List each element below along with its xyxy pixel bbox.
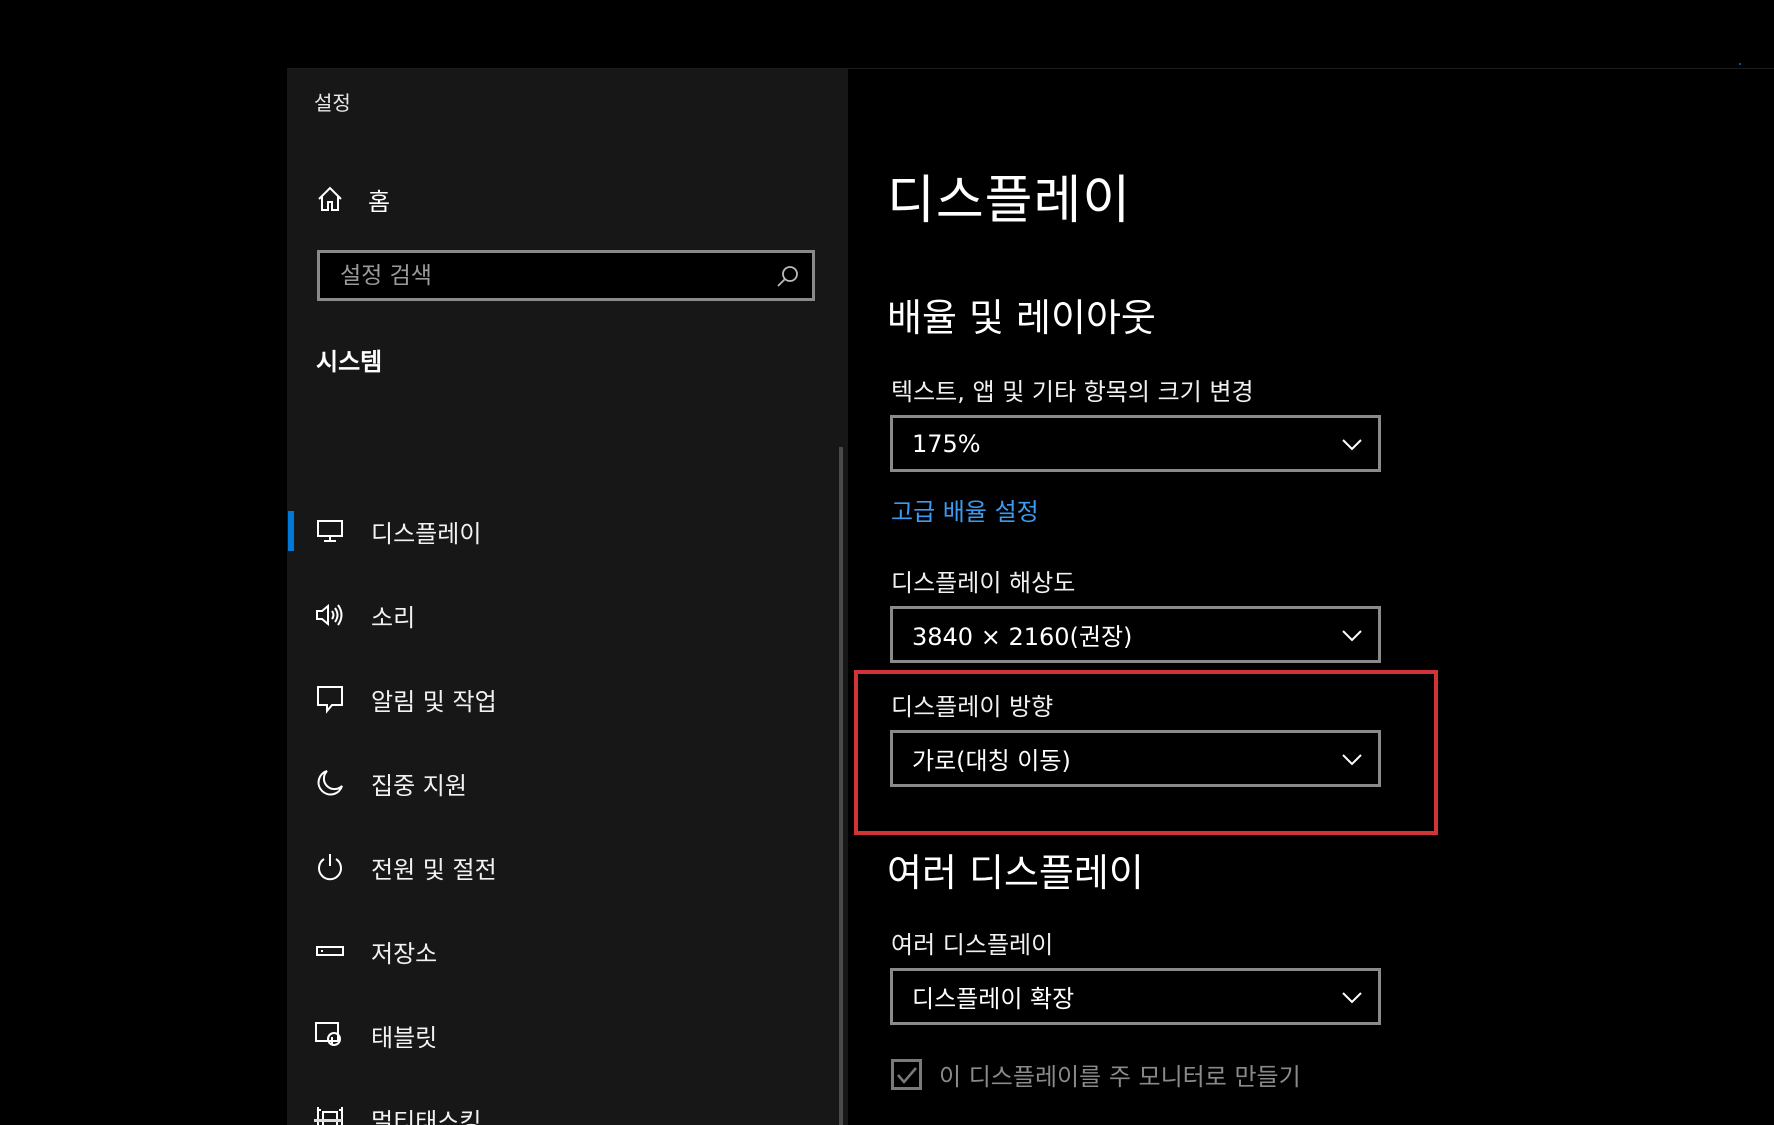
multiple-displays-heading: 여러 디스플레이 [887,851,1144,895]
scale-value: 175% [912,429,981,458]
sidebar-item-focus-assist[interactable]: 집중 지원 [287,741,848,825]
orientation-highlight-box [854,670,1438,835]
search-box[interactable] [317,250,815,301]
sidebar: 설정 홈 시스템 디스플레이 소리 알림 [287,69,848,1125]
sidebar-item-label: 태블릿 [371,1023,438,1052]
chevron-down-icon [1340,623,1364,647]
search-icon[interactable] [776,264,800,288]
power-icon [314,851,346,883]
sidebar-item-multitasking[interactable]: 멀티태스킹 [287,1077,848,1125]
sidebar-item-notifications[interactable]: 알림 및 작업 [287,657,848,741]
main-monitor-label: 이 디스플레이를 주 모니터로 만들기 [939,1063,1301,1091]
sidebar-item-power[interactable]: 전원 및 절전 [287,825,848,909]
scale-dropdown[interactable]: 175% [890,415,1381,472]
chevron-down-icon [1340,985,1364,1009]
home-button[interactable]: 홈 [314,179,814,219]
speaker-icon [314,599,346,631]
tablet-icon [314,1019,346,1051]
sidebar-item-sound[interactable]: 소리 [287,573,848,657]
main-monitor-checkbox[interactable] [891,1059,922,1090]
multiple-displays-value: 디스플레이 확장 [912,985,1075,1013]
sidebar-item-label: 저장소 [371,939,438,968]
scale-layout-heading: 배율 및 레이아웃 [887,296,1156,340]
sidebar-item-display[interactable]: 디스플레이 [287,489,848,573]
section-title: 시스템 [316,348,383,376]
storage-icon [314,935,346,967]
resolution-dropdown[interactable]: 3840 × 2160(권장) [890,606,1381,663]
advanced-scaling-link[interactable]: 고급 배율 설정 [891,492,1039,527]
search-input[interactable] [320,253,760,298]
resolution-label: 디스플레이 해상도 [891,569,1076,597]
resolution-value: 3840 × 2160(권장) [912,623,1133,651]
sidebar-item-label: 멀티태스킹 [371,1107,482,1125]
chevron-down-icon [1340,432,1364,456]
app-title: 설정 [314,91,351,115]
sidebar-item-label: 알림 및 작업 [371,687,497,716]
home-label: 홈 [368,187,391,216]
multiple-displays-label: 여러 디스플레이 [891,931,1054,959]
corner-indicator [1739,63,1741,65]
multiple-displays-dropdown[interactable]: 디스플레이 확장 [890,968,1381,1025]
sidebar-nav: 디스플레이 소리 알림 및 작업 집중 지원 전원 및 절전 저장소 태블릿 멀… [287,489,848,1125]
sidebar-item-label: 전원 및 절전 [371,855,497,884]
checkmark-icon [896,1066,917,1084]
notification-icon [314,683,346,715]
main-monitor-option[interactable]: 이 디스플레이를 주 모니터로 만들기 [891,1057,1301,1092]
sidebar-item-label: 디스플레이 [371,519,482,548]
next-item-icon-partial [314,1119,342,1125]
sidebar-item-storage[interactable]: 저장소 [287,909,848,993]
sidebar-item-tablet[interactable]: 태블릿 [287,993,848,1077]
sidebar-item-label: 집중 지원 [371,771,467,800]
monitor-icon [314,515,346,547]
page-title: 디스플레이 [887,171,1132,231]
scale-label: 텍스트, 앱 및 기타 항목의 크기 변경 [891,378,1254,406]
sidebar-item-label: 소리 [371,603,416,632]
moon-icon [314,767,346,799]
home-icon [314,183,346,215]
